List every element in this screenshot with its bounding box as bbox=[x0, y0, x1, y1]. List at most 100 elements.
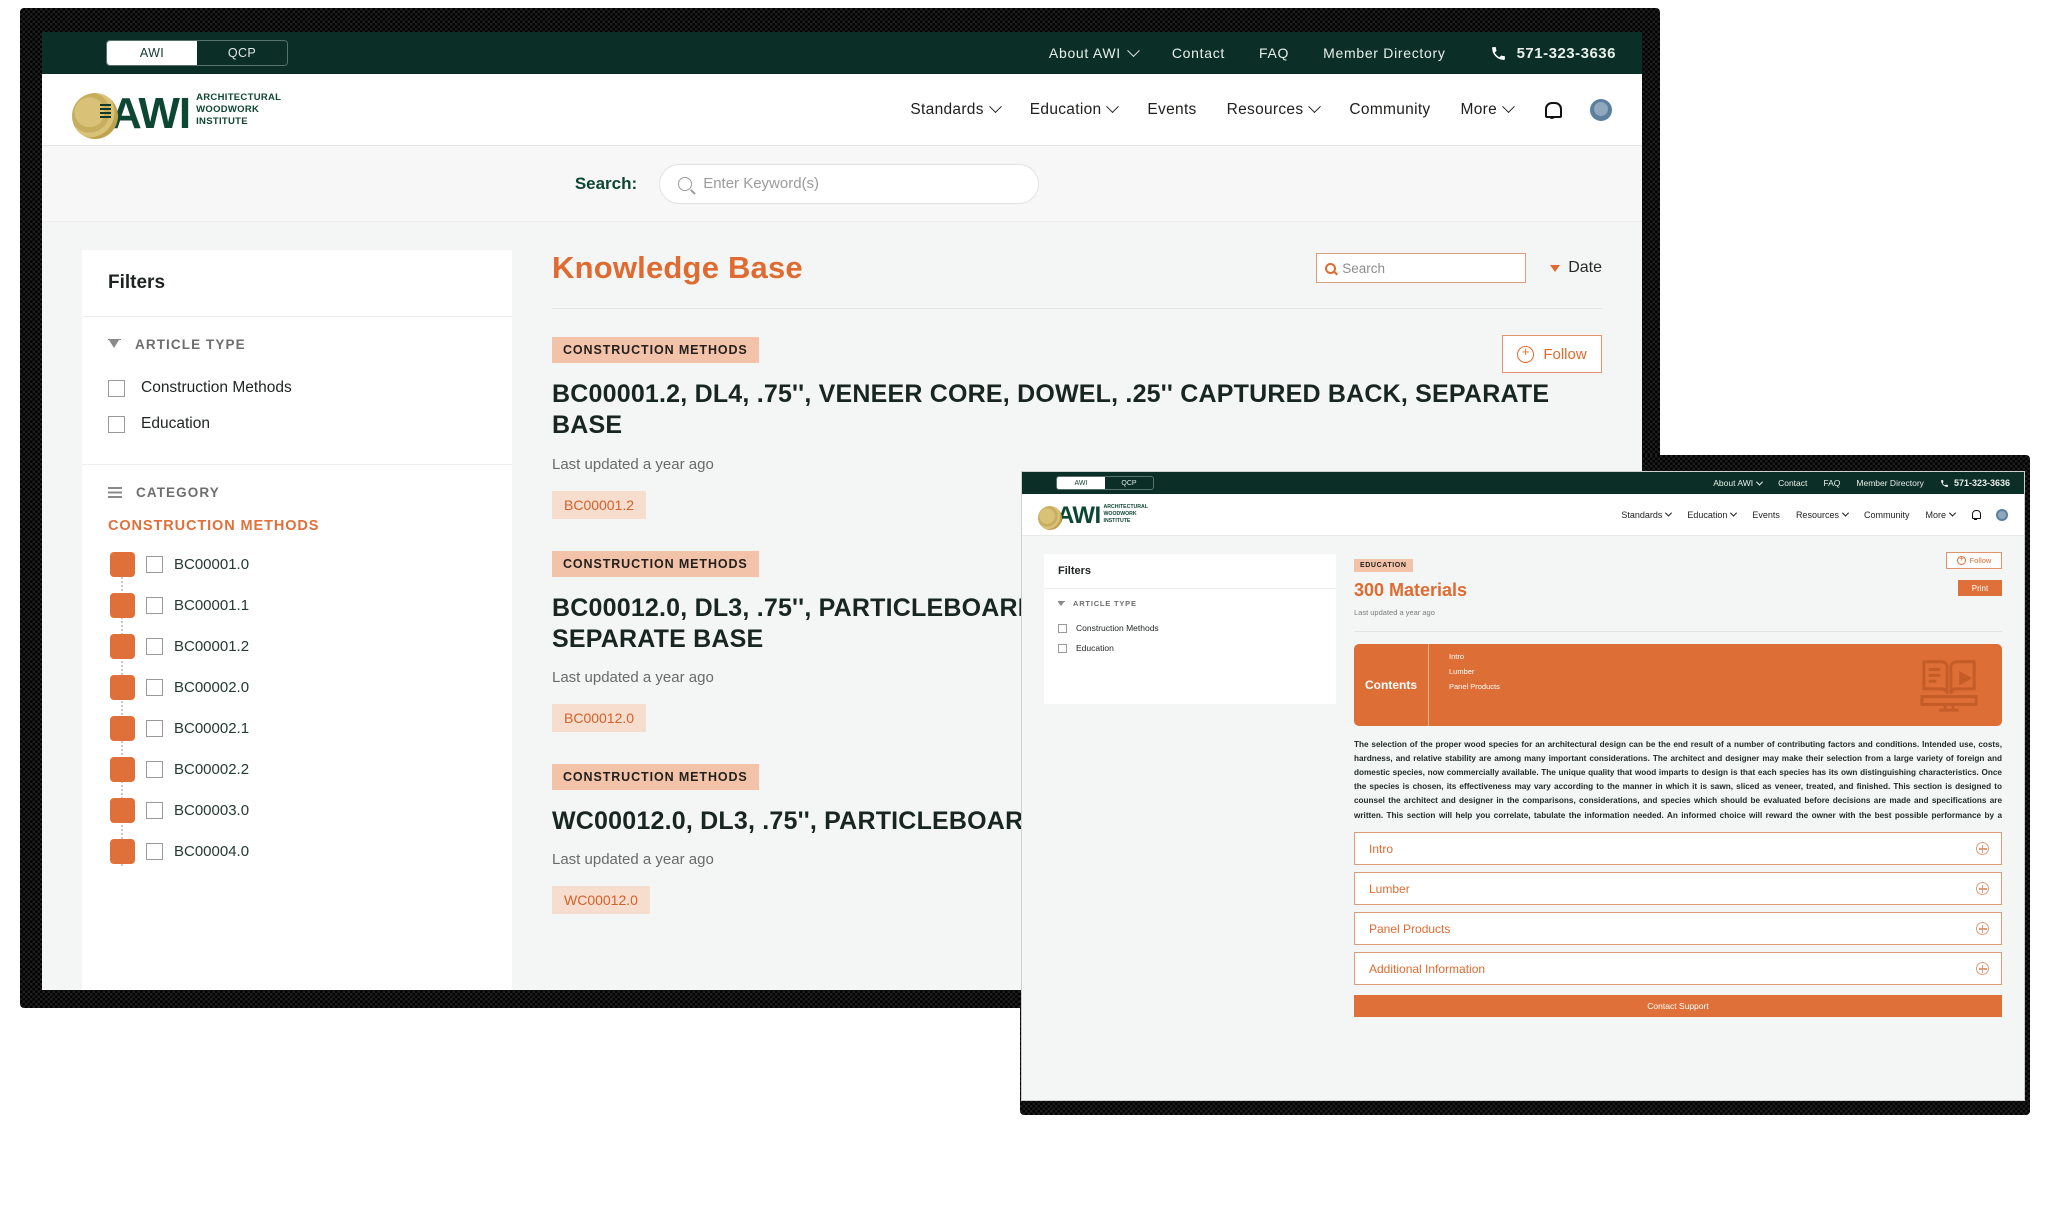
plus-circle-icon[interactable] bbox=[1976, 922, 1989, 935]
checkbox[interactable] bbox=[146, 638, 163, 655]
phone-link[interactable]: 571-323-3636 bbox=[1490, 45, 1616, 62]
nav-item-resources[interactable]: Resources bbox=[1795, 509, 1850, 520]
checkbox[interactable] bbox=[146, 843, 163, 860]
checkbox[interactable] bbox=[146, 679, 163, 696]
awi-logo[interactable]: AWI ARCHITECTURAL WOODWORK INSTITUTE bbox=[1038, 503, 1148, 530]
article-category-pill[interactable]: BC00001.2 bbox=[552, 490, 647, 519]
nav-item-events[interactable]: Events bbox=[1752, 510, 1780, 520]
print-button[interactable]: Print bbox=[1958, 580, 2002, 596]
nav-item-community[interactable]: Community bbox=[1864, 510, 1910, 520]
nav-item-resources[interactable]: Resources bbox=[1227, 100, 1322, 119]
color-swatch bbox=[110, 716, 135, 741]
category-item[interactable]: BC00001.2 bbox=[110, 626, 486, 667]
nav-item-community[interactable]: Community bbox=[1349, 101, 1430, 119]
category-item[interactable]: BC00004.0 bbox=[110, 831, 486, 872]
nav-item-more[interactable]: More bbox=[1925, 509, 1957, 520]
filter-option-construction-methods[interactable]: Construction Methods bbox=[108, 370, 486, 406]
category-item[interactable]: BC00001.0 bbox=[110, 544, 486, 585]
utility-link-about-awi[interactable]: About AWI bbox=[1049, 43, 1140, 61]
category-item[interactable]: BC00002.2 bbox=[110, 749, 486, 790]
nav-item-standards[interactable]: Standards bbox=[910, 100, 1002, 119]
category-item[interactable]: BC00001.1 bbox=[110, 585, 486, 626]
contact-support-button[interactable]: Contact Support bbox=[1354, 995, 2002, 1017]
checkbox[interactable] bbox=[146, 802, 163, 819]
bell-icon[interactable] bbox=[1971, 509, 1981, 520]
nav-item-education[interactable]: Education bbox=[1687, 509, 1738, 520]
plus-circle-icon[interactable] bbox=[1976, 882, 1989, 895]
checkbox[interactable] bbox=[146, 720, 163, 737]
article-category-pill[interactable]: BC00012.0 bbox=[552, 704, 647, 732]
article-meta: Last updated a year ago bbox=[1354, 608, 1435, 617]
accordion-additional-information[interactable]: Additional Information bbox=[1354, 952, 2002, 985]
awi-logo[interactable]: AWI ARCHITECTURAL WOODWORK INSTITUTE bbox=[72, 87, 281, 139]
filter-section-article-type: ARTICLE TYPE Construction Methods Educat… bbox=[82, 317, 512, 465]
kb-search-input[interactable]: Search bbox=[1316, 253, 1527, 283]
accordion-panel-products[interactable]: Panel Products bbox=[1354, 912, 2002, 945]
nav-label: Education bbox=[1687, 509, 1728, 520]
nav-label: More bbox=[1925, 509, 1946, 520]
site-switcher[interactable]: AWI QCP bbox=[1056, 476, 1154, 490]
category-item[interactable]: BC00002.1 bbox=[110, 708, 486, 749]
sort-by-date[interactable]: Date bbox=[1550, 259, 1602, 277]
global-search-strip: Search: Enter Keyword(s) bbox=[42, 146, 1642, 222]
site-tab-awi[interactable]: AWI bbox=[107, 41, 197, 65]
checkbox[interactable] bbox=[108, 379, 125, 397]
plus-circle-icon[interactable] bbox=[1976, 962, 1989, 975]
nav-item-events[interactable]: Events bbox=[1147, 101, 1196, 119]
sort-label: Date bbox=[1568, 259, 1602, 276]
utility-link-about-awi[interactable]: About AWI bbox=[1713, 478, 1764, 488]
plus-circle-icon[interactable] bbox=[1976, 842, 1989, 855]
category-item[interactable]: BC00002.0 bbox=[110, 667, 486, 708]
avatar[interactable] bbox=[1590, 98, 1612, 121]
accordion-intro[interactable]: Intro bbox=[1354, 832, 2002, 865]
nav-label: Resources bbox=[1795, 509, 1839, 520]
filter-option-education[interactable]: Education bbox=[108, 406, 486, 442]
phone-link[interactable]: 571-323-3636 bbox=[1940, 478, 2010, 488]
site-tab-qcp[interactable]: QCP bbox=[197, 41, 287, 65]
checkbox[interactable] bbox=[146, 761, 163, 778]
article-title[interactable]: BC00001.2, DL4, .75'', VENEER CORE, DOWE… bbox=[552, 379, 1602, 442]
checkbox[interactable] bbox=[146, 556, 163, 573]
contents-link-list: Intro Lumber Panel Products bbox=[1428, 644, 2002, 726]
checkbox[interactable] bbox=[1058, 643, 1067, 653]
accordion-lumber[interactable]: Lumber bbox=[1354, 872, 2002, 905]
nav-label: Standards bbox=[1621, 509, 1663, 520]
filter-option-label: Education bbox=[141, 415, 210, 432]
filters-panel: Filters ARTICLE TYPE Construction Method… bbox=[82, 250, 512, 990]
site-header: AWI ARCHITECTURAL WOODWORK INSTITUTE Sta… bbox=[42, 74, 1642, 146]
checkbox[interactable] bbox=[1058, 623, 1067, 633]
search-input[interactable]: Enter Keyword(s) bbox=[659, 163, 1040, 204]
tablet-browser-window: AWI QCP About AWI Contact FAQ Member Dir… bbox=[1022, 472, 2024, 1100]
funnel-icon bbox=[1058, 600, 1065, 607]
site-switcher[interactable]: AWI QCP bbox=[106, 40, 288, 66]
category-item[interactable]: BC00003.0 bbox=[110, 790, 486, 831]
checkbox[interactable] bbox=[108, 415, 125, 433]
book-video-icon bbox=[1920, 660, 1978, 712]
utility-link-faq[interactable]: FAQ bbox=[1259, 45, 1289, 61]
nav-item-education[interactable]: Education bbox=[1030, 100, 1120, 119]
article-category-pill[interactable]: WC00012.0 bbox=[552, 886, 650, 915]
follow-button[interactable]: Follow bbox=[1946, 552, 2002, 569]
utility-link-member-directory[interactable]: Member Directory bbox=[1323, 45, 1445, 61]
filter-option-construction-methods[interactable]: Construction Methods bbox=[1058, 618, 1322, 638]
avatar[interactable] bbox=[1996, 508, 2008, 521]
site-tab-qcp[interactable]: QCP bbox=[1105, 477, 1153, 489]
filter-option-education[interactable]: Education bbox=[1058, 638, 1322, 658]
color-swatch bbox=[110, 634, 135, 659]
phone-number: 571-323-3636 bbox=[1953, 478, 2010, 488]
category-item-label: BC00004.0 bbox=[174, 843, 250, 860]
checkbox[interactable] bbox=[146, 597, 163, 614]
utility-link-faq[interactable]: FAQ bbox=[1823, 478, 1840, 488]
nav-item-standards[interactable]: Standards bbox=[1621, 509, 1673, 520]
utility-link-contact[interactable]: Contact bbox=[1778, 478, 1807, 488]
filters-panel: Filters ARTICLE TYPE Construction Method… bbox=[1044, 554, 1336, 704]
category-item-label: BC00001.2 bbox=[174, 638, 250, 655]
utility-link-member-directory[interactable]: Member Directory bbox=[1856, 478, 1924, 488]
utility-link-contact[interactable]: Contact bbox=[1172, 45, 1225, 61]
site-tab-awi[interactable]: AWI bbox=[1057, 477, 1105, 489]
primary-nav: Standards Education Events Resources Com… bbox=[1621, 508, 2008, 521]
bell-icon[interactable] bbox=[1543, 101, 1562, 119]
follow-button[interactable]: Follow bbox=[1502, 335, 1602, 373]
filter-option-label: Construction Methods bbox=[141, 379, 292, 396]
nav-item-more[interactable]: More bbox=[1460, 100, 1515, 119]
